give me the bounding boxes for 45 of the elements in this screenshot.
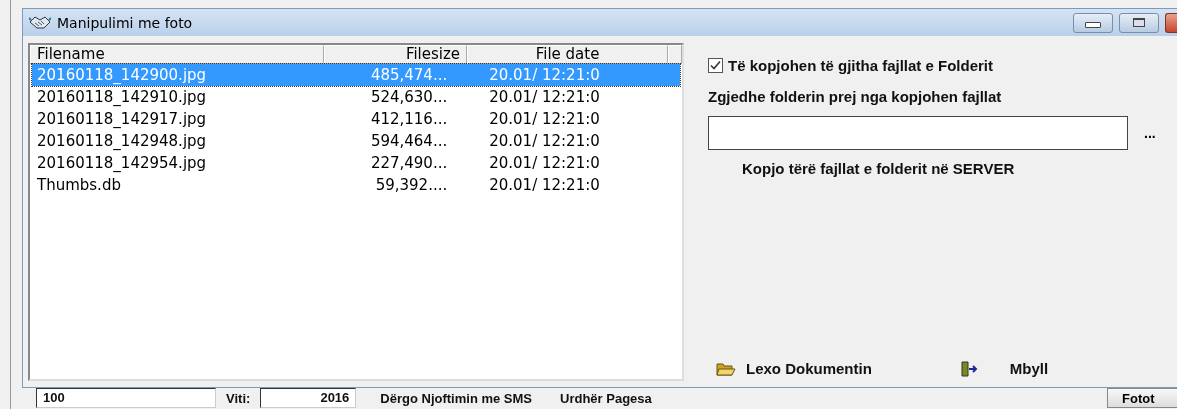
file-row[interactable]: 20160118_142954.jpg 227,490... 20.01/ 12:21:0	[32, 152, 680, 174]
copy-button[interactable]: Kopjo tërë fajllat e folderit në SERVER	[738, 158, 1019, 179]
file-name: 20160118_142954.jpg	[36, 154, 208, 172]
minimize-button[interactable]	[1073, 12, 1113, 33]
read-document-button[interactable]: Lexo Dokumentin	[712, 358, 876, 379]
column-header[interactable]: File date	[467, 45, 668, 64]
file-date: 20.01/ 12:21:0	[488, 66, 601, 84]
file-size: 227,490...	[369, 154, 448, 172]
file-name: 20160118_142900.jpg	[36, 66, 208, 84]
folder-icon	[716, 360, 736, 377]
file-date: 20.01/ 12:21:0	[488, 154, 601, 172]
exit-door-icon	[959, 360, 978, 377]
sms-button[interactable]: Dërgo Njoftimin me SMS	[376, 388, 536, 408]
file-date: 20.01/ 12:21:0	[488, 88, 601, 106]
file-date: 20.01/ 12:21:0	[488, 176, 601, 194]
folder-field[interactable]	[708, 116, 1128, 150]
file-name: 20160118_142917.jpg	[36, 110, 208, 128]
payment-order-button[interactable]: Urdhër Pagesa	[556, 388, 656, 408]
maximize-button[interactable]	[1119, 12, 1159, 33]
file-name: 20160118_142948.jpg	[36, 132, 208, 150]
browse-button[interactable]: ...	[1142, 125, 1158, 141]
checkbox-label: Të kopjohen të gjitha fajllat e Folderit	[728, 57, 994, 74]
column-header[interactable]: Filename	[30, 45, 324, 64]
year-label: Viti:	[226, 390, 251, 406]
photos-button[interactable]: Fotot	[1107, 388, 1177, 408]
file-size: 594,464...	[369, 132, 448, 150]
file-name: Thumbs.db	[36, 176, 122, 194]
file-date: 20.01/ 12:21:0	[488, 132, 601, 150]
file-size: 524,630...	[369, 88, 448, 106]
file-row[interactable]: Thumbs.db 59,392.... 20.01/ 12:21:0	[32, 174, 680, 196]
year-field[interactable]: 2016	[260, 388, 357, 408]
checkbox[interactable]	[708, 58, 723, 73]
column-header[interactable]: Filesize	[323, 45, 468, 64]
folder-label: Zgjedhe folderin prej nga kopjohen fajllat	[708, 88, 1003, 105]
file-row[interactable]: 20160118_142917.jpg 412,116... 20.01/ 12:21:0	[32, 108, 680, 130]
file-name: 20160118_142910.jpg	[36, 88, 208, 106]
file-size: 412,116...	[369, 110, 448, 128]
file-row[interactable]: 20160118_142910.jpg 524,630... 20.01/ 12:21:0	[32, 86, 680, 108]
file-date: 20.01/ 12:21:0	[488, 110, 601, 128]
window-title: Manipulimi me foto	[57, 14, 193, 31]
file-size: 485,474...	[369, 66, 448, 84]
close-dialog-button[interactable]: Mbyll	[955, 358, 1053, 379]
file-row[interactable]: 20160118_142948.jpg 594,464... 20.01/ 12:21:0	[32, 130, 680, 152]
number-field[interactable]: 100	[36, 388, 216, 408]
file-size: 59,392....	[374, 176, 448, 194]
